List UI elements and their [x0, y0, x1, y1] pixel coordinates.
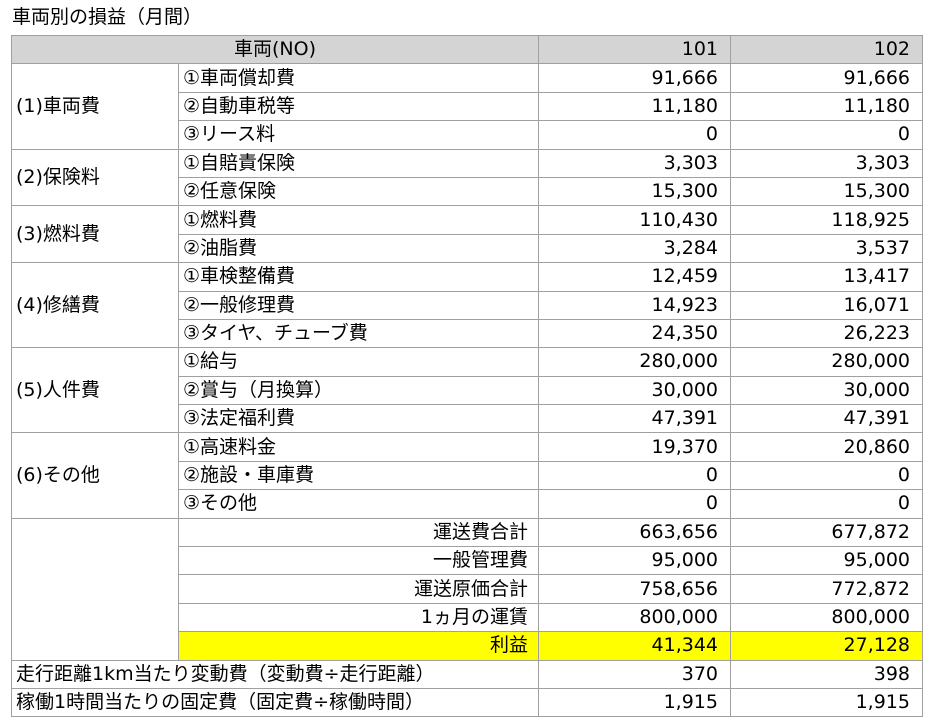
value-cell-102: 280,000	[730, 347, 923, 377]
value-cell-101: 663,656	[538, 517, 731, 548]
value-cell-101: 11,180	[538, 91, 731, 122]
value-cell-101: 91,666	[538, 63, 731, 93]
page-title: 車両別の損益（月間）	[12, 6, 203, 28]
summary-label: 1ヵ月の運賃	[178, 602, 539, 633]
footer-row: 走行距離1km当たり変動費（変動費÷走行距離） 370 398	[11, 659, 923, 689]
value-cell-101: 14,923	[538, 290, 731, 320]
profit-table: 車両(NO) 101 102 (1)車両費 ①車両償却費 91,666 91,666 ②…	[11, 34, 923, 718]
table-row: (1)車両費 ①車両償却費 91,666 91,666	[11, 63, 923, 150]
value-cell-101: 19,370	[538, 432, 731, 462]
category-label: (5)人件費	[11, 347, 179, 434]
value-cell-102: 0	[730, 120, 923, 150]
category-label: (2)保険料	[11, 148, 179, 207]
item-label: ②自動車税等	[178, 91, 539, 122]
value-cell-101: 15,300	[538, 176, 731, 207]
value-cell-102: 20,860	[730, 432, 923, 462]
footer-label: 稼働1時間当たりの固定費（固定費÷稼働時間）	[11, 687, 539, 718]
item-label: ①自賠責保険	[178, 148, 539, 178]
value-cell-101: 24,350	[538, 318, 731, 349]
item-label: ③リース料	[178, 120, 539, 150]
table-row: (6)その他 ①高速料金 19,370 20,860	[11, 432, 923, 519]
category-label: (3)燃料費	[11, 205, 179, 264]
item-label: ②施設・車庫費	[178, 460, 539, 491]
item-label: ②一般修理費	[178, 290, 539, 320]
value-cell-102: 15,300	[730, 176, 923, 207]
summary-label: 利益	[178, 631, 539, 661]
value-cell-101: 800,000	[538, 602, 731, 633]
value-cell-101: 3,303	[538, 148, 731, 178]
value-cell-102: 13,417	[730, 262, 923, 292]
value-cell-101: 12,459	[538, 262, 731, 292]
summary-label: 運送原価合計	[178, 574, 539, 604]
value-cell-102: 800,000	[730, 602, 923, 633]
value-cell-102: 47,391	[730, 404, 923, 434]
value-cell-102: 1,915	[730, 687, 923, 718]
value-cell-102: 0	[730, 489, 923, 519]
value-cell-102: 16,071	[730, 290, 923, 320]
item-label: ①高速料金	[178, 432, 539, 462]
category-label: (6)その他	[11, 432, 179, 519]
value-cell-102: 118,925	[730, 205, 923, 235]
value-cell-101: 95,000	[538, 546, 731, 576]
value-cell-102: 11,180	[730, 91, 923, 122]
category-label: (4)修繕費	[11, 262, 179, 349]
value-cell-101: 1,915	[538, 687, 731, 718]
value-cell-102: 30,000	[730, 375, 923, 406]
table-row: (2)保険料 ①自賠責保険 3,303 3,303	[11, 148, 923, 207]
item-label: ②賞与（月換算）	[178, 375, 539, 406]
value-cell-102: 398	[730, 659, 923, 689]
footer-label: 走行距離1km当たり変動費（変動費÷走行距離）	[11, 659, 539, 689]
vehicle-header-101: 101	[538, 34, 731, 65]
value-cell-101: 47,391	[538, 404, 731, 434]
value-cell-102: 772,872	[730, 574, 923, 604]
item-label: ①給与	[178, 347, 539, 377]
vehicle-header-label: 車両(NO)	[11, 34, 539, 65]
item-label: ③法定福利費	[178, 404, 539, 434]
value-cell-101: 110,430	[538, 205, 731, 235]
summary-blank-cell	[11, 517, 179, 661]
item-label: ②油脂費	[178, 233, 539, 264]
category-label: (1)車両費	[11, 63, 179, 150]
item-label: ①車両償却費	[178, 63, 539, 93]
item-label: ③タイヤ、チューブ費	[178, 318, 539, 349]
value-cell-101: 0	[538, 489, 731, 519]
value-cell-102: 0	[730, 460, 923, 491]
value-cell-102: 3,537	[730, 233, 923, 264]
value-cell-102: 91,666	[730, 63, 923, 93]
table-row: (4)修繕費 ①車検整備費 12,459 13,417	[11, 262, 923, 349]
value-cell-101: 0	[538, 120, 731, 150]
summary-row: 運送費合計 663,656 677,872	[11, 517, 923, 661]
header-row: 車両(NO) 101 102	[11, 34, 923, 65]
item-label: ①車検整備費	[178, 262, 539, 292]
item-label: ②任意保険	[178, 176, 539, 207]
value-cell-102: 3,303	[730, 148, 923, 178]
item-label: ①燃料費	[178, 205, 539, 235]
table-row: (3)燃料費 ①燃料費 110,430 118,925	[11, 205, 923, 264]
table-row: (5)人件費 ①給与 280,000 280,000	[11, 347, 923, 434]
item-label: ③その他	[178, 489, 539, 519]
summary-label: 一般管理費	[178, 546, 539, 576]
vehicle-header-102: 102	[730, 34, 923, 65]
value-cell-102: 677,872	[730, 517, 923, 548]
profit-table-body: 車両(NO) 101 102 (1)車両費 ①車両償却費 91,666 91,666 ②…	[11, 34, 923, 718]
value-cell-102: 27,128	[730, 631, 923, 661]
footer-row: 稼働1時間当たりの固定費（固定費÷稼働時間） 1,915 1,915	[11, 687, 923, 718]
value-cell-101: 370	[538, 659, 731, 689]
value-cell-102: 26,223	[730, 318, 923, 349]
value-cell-101: 3,284	[538, 233, 731, 264]
value-cell-101: 280,000	[538, 347, 731, 377]
value-cell-101: 30,000	[538, 375, 731, 406]
summary-label: 運送費合計	[178, 517, 539, 548]
value-cell-101: 41,344	[538, 631, 731, 661]
value-cell-101: 0	[538, 460, 731, 491]
value-cell-102: 95,000	[730, 546, 923, 576]
value-cell-101: 758,656	[538, 574, 731, 604]
